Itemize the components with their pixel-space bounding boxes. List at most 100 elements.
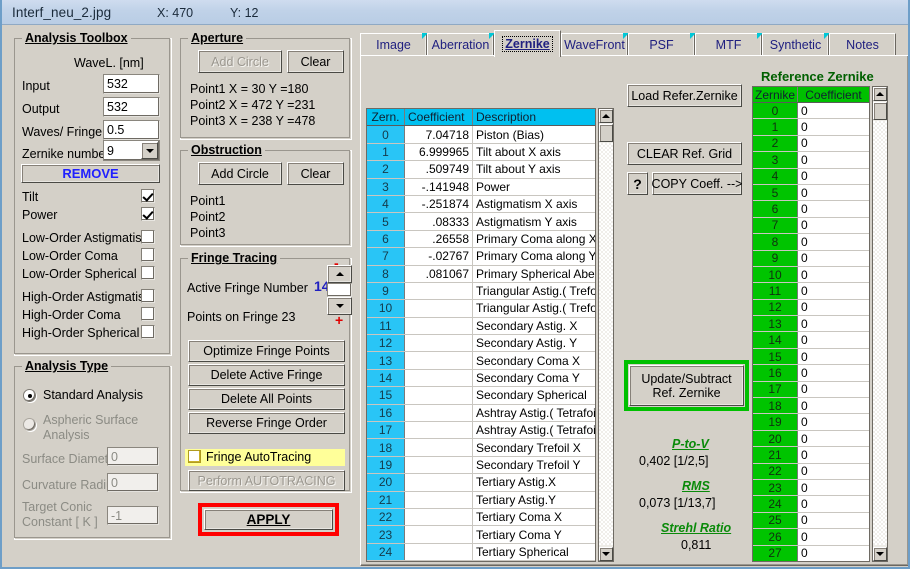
check-tilt[interactable] [141, 189, 155, 203]
table-row[interactable]: 20 0 [753, 430, 869, 448]
obstruction-clear-button[interactable]: Clear [287, 162, 344, 185]
table-row[interactable]: 2.509749 Tilt about Y axis [367, 161, 595, 179]
zernike-coefficient-cell[interactable] [405, 491, 473, 508]
zernike-coefficient-cell[interactable]: 6.999965 [405, 143, 473, 161]
reference-coefficient-cell[interactable]: 0 [798, 283, 869, 298]
tab-mtf[interactable]: MTF [695, 33, 762, 56]
check-high-order-coma[interactable] [141, 307, 155, 321]
table-row[interactable]: 60 [753, 201, 869, 218]
reference-coefficient-cell[interactable]: 0 [798, 546, 869, 561]
tab-synthetic[interactable]: Synthetic [762, 33, 829, 56]
optimize-fringe-points-button[interactable]: Optimize Fringe Points [188, 340, 345, 362]
table-row[interactable]: 40 [753, 168, 869, 185]
reference-scroll-up-button[interactable] [873, 87, 887, 101]
help-button[interactable]: ? [627, 172, 648, 195]
table-row[interactable]: 24 Tertiary Spherical [367, 543, 595, 561]
zernike-coefficient-cell[interactable]: -.251874 [405, 195, 473, 213]
zernike-coefficient-cell[interactable] [405, 352, 473, 369]
table-row[interactable]: 19 Secondary Trefoil Y [367, 456, 595, 475]
zernike-coefficient-cell[interactable]: .26558 [405, 230, 473, 248]
table-row[interactable]: 10 0 [753, 266, 869, 284]
table-row[interactable]: 21 0 [753, 447, 869, 464]
tab-zernike[interactable]: Zernike [494, 30, 561, 57]
table-row[interactable]: 14 Secondary Coma Y [367, 369, 595, 388]
check-power[interactable] [141, 207, 155, 221]
zernike-coefficient-cell[interactable]: 7.04718 [405, 126, 473, 143]
table-row[interactable]: 80 [753, 234, 869, 251]
curvature-radius-field[interactable]: 0 [107, 473, 159, 492]
perform-autotracing-button[interactable]: Perform AUTOTRACING [188, 470, 345, 491]
zernike-coefficient-cell[interactable] [405, 387, 473, 404]
fringe-spin-up-button[interactable] [327, 265, 352, 283]
tab-psf[interactable]: PSF [628, 33, 695, 56]
check-low-order-coma[interactable] [141, 248, 155, 262]
reference-scroll-track[interactable] [873, 121, 887, 545]
aperture-clear-button[interactable]: Clear [287, 50, 344, 73]
waves-per-fringe-field[interactable]: 0.5 [103, 120, 160, 140]
table-row[interactable]: 18 0 [753, 398, 869, 415]
check-high-order-astigmatism[interactable] [141, 289, 155, 303]
zernike-coefficient-cell[interactable] [405, 369, 473, 387]
zernike-coefficient-cell[interactable] [405, 335, 473, 352]
table-row[interactable]: 18 Secondary Trefoil X [367, 439, 595, 457]
reference-grid-scrollbar[interactable] [872, 86, 888, 562]
table-row[interactable]: 19 0 [753, 414, 869, 431]
table-row[interactable]: 25 0 [753, 512, 869, 530]
zernike-coefficients-grid[interactable]: Zern. Coefficient Description 0 7.04718 Pi… [366, 108, 596, 562]
table-row[interactable]: 15 0 [753, 348, 869, 366]
tab-notes[interactable]: Notes [829, 33, 896, 56]
zernike-coefficient-cell[interactable] [405, 300, 473, 317]
reference-coefficient-cell[interactable]: 0 [798, 251, 869, 266]
table-row[interactable]: 30 [753, 152, 869, 169]
reference-coefficient-cell[interactable]: 0 [798, 185, 869, 200]
table-row[interactable]: 20 [753, 135, 869, 153]
zernike-coefficient-cell[interactable] [405, 543, 473, 561]
copy-coefficients-button[interactable]: COPY Coeff. --> [652, 172, 742, 195]
table-row[interactable]: 12 Secondary Astig. Y [367, 335, 595, 353]
table-row[interactable]: 22 Tertiary Coma X [367, 508, 595, 527]
zernike-coefficient-cell[interactable] [405, 508, 473, 526]
reference-coefficient-cell[interactable]: 0 [798, 447, 869, 462]
aperture-add-circle-button[interactable]: Add Circle [198, 50, 282, 73]
table-row[interactable]: 27 0 [753, 545, 869, 561]
zernike-coefficient-cell[interactable] [405, 404, 473, 422]
table-row[interactable]: 9 Triangular Astig.( Trefoil X ) [367, 282, 595, 301]
table-row[interactable]: 13 Secondary Coma X [367, 352, 595, 370]
reference-coefficient-cell[interactable]: 0 [798, 496, 869, 511]
table-row[interactable]: 90 [753, 250, 869, 267]
table-row[interactable]: 7-.02767Primary Coma along Y axis [367, 248, 595, 266]
table-row[interactable]: 25 Pentafoil X [367, 561, 595, 562]
table-row[interactable]: 16 Ashtray Astig.( Tetrafoil X ) [367, 404, 595, 423]
reference-zernike-grid[interactable]: Zernike Coefficient 00102030405060708090… [752, 86, 870, 562]
reference-coefficient-cell[interactable]: 0 [798, 267, 869, 282]
table-row[interactable]: 23 Tertiary Coma Y [367, 526, 595, 544]
table-row[interactable]: 20 Tertiary Astig.X [367, 474, 595, 492]
zernike-number-select[interactable]: 9 [103, 140, 160, 161]
zernike-coefficient-cell[interactable] [405, 422, 473, 439]
zernike-scroll-track[interactable] [599, 143, 613, 545]
table-row[interactable]: 16 0 [753, 365, 869, 382]
reference-coefficient-cell[interactable]: 0 [798, 398, 869, 413]
reference-coefficient-cell[interactable]: 0 [798, 103, 869, 118]
table-row[interactable]: 14 0 [753, 332, 869, 349]
reference-coefficient-cell[interactable]: 0 [798, 169, 869, 184]
zernike-scroll-thumb[interactable] [599, 124, 613, 142]
reference-coefficient-cell[interactable]: 0 [798, 529, 869, 544]
reference-coefficient-cell[interactable]: 0 [798, 136, 869, 151]
table-row[interactable]: 8.081067Primary Spherical Aberration [367, 265, 595, 283]
zernike-coefficient-cell[interactable]: .509749 [405, 161, 473, 178]
load-reference-zernike-button[interactable]: Load Refer.Zernike [627, 84, 742, 107]
check-fringe-autotracing[interactable] [188, 450, 201, 463]
zernike-coefficient-cell[interactable] [405, 439, 473, 456]
table-row[interactable]: 17 Ashtray Astig.( Tetrafoil Y ) [367, 422, 595, 440]
zernike-grid-scrollbar[interactable] [598, 108, 614, 562]
reverse-fringe-order-button[interactable]: Reverse Fringe Order [188, 412, 345, 434]
zernike-coefficient-cell[interactable]: -.02767 [405, 248, 473, 265]
zernike-coefficient-cell[interactable] [405, 456, 473, 474]
reference-coefficient-cell[interactable]: 0 [798, 152, 869, 167]
target-conic-field[interactable]: -1 [107, 506, 159, 525]
reference-coefficient-cell[interactable]: 0 [798, 365, 869, 380]
table-row[interactable]: 10 [753, 119, 869, 136]
zernike-scroll-down-button[interactable] [599, 547, 613, 561]
reference-coefficient-cell[interactable]: 0 [798, 349, 869, 364]
